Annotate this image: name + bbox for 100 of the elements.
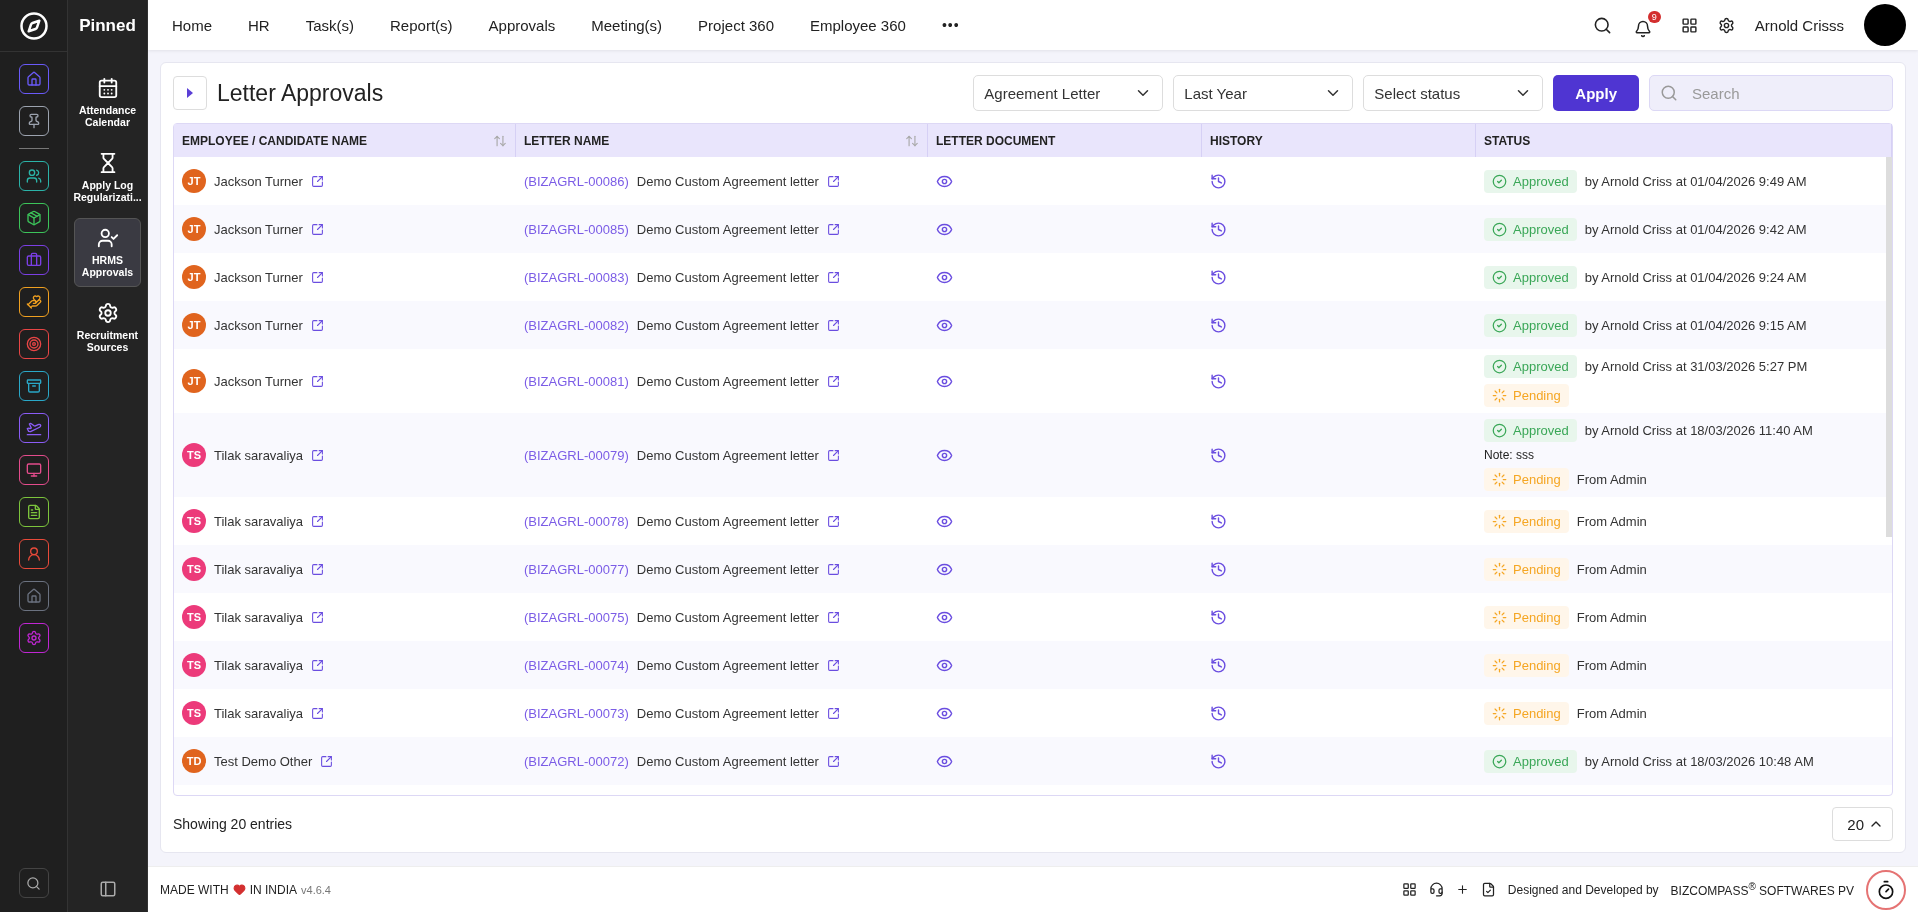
history-icon[interactable] [1210,752,1227,770]
status-detail: by Arnold Criss at 18/03/2026 10:48 AM [1584,753,1814,769]
letter-name: Demo Custom Agreement letter [636,269,819,285]
nav-link[interactable]: Meeting(s) [591,16,663,34]
history-icon[interactable] [1210,704,1227,722]
letter-name: Demo Custom Agreement letter [636,561,819,577]
history-icon[interactable] [1210,172,1227,190]
rail-button[interactable] [18,497,49,527]
rail-button[interactable] [18,623,49,653]
pinned-item[interactable]: Apply Log Regularizati... [73,143,142,212]
pinned-item[interactable]: Attendance Calendar [73,68,142,137]
expand-toggle[interactable] [173,76,207,110]
user-avatar[interactable] [1864,4,1906,46]
history-icon[interactable] [1210,560,1227,578]
search-icon [26,875,41,891]
history-icon[interactable] [1210,268,1227,286]
status-detail: From Admin [1576,561,1647,577]
headset-icon[interactable] [1428,882,1444,897]
plus-icon[interactable] [1455,883,1469,896]
external-link-icon[interactable] [826,610,840,624]
history-icon[interactable] [1210,656,1227,674]
external-link-icon[interactable] [826,562,840,576]
search-icon[interactable] [1592,15,1612,35]
pinned-item[interactable]: Recruitment Sources [73,293,142,362]
external-link-icon[interactable] [826,706,840,720]
rail-button[interactable] [18,581,49,611]
initials-avatar: TS [182,605,206,629]
rail-button[interactable] [18,203,49,233]
rail-button[interactable] [18,106,49,136]
history-icon[interactable] [1210,512,1227,530]
search-button[interactable] [18,868,49,898]
external-link-icon[interactable] [311,448,325,462]
pending-badge: Pending [1484,605,1569,629]
apps-grid-icon[interactable] [1680,16,1698,34]
filter-dropdown[interactable]: Agreement Letter [973,75,1164,111]
collapse-panel-icon[interactable] [98,880,117,898]
external-link-icon[interactable] [826,222,840,236]
page-size-select[interactable]: 20 [1832,807,1893,841]
external-link-icon[interactable] [310,318,324,332]
employee-name: Jackson Turner [214,317,303,333]
nav-link[interactable]: Task(s) [305,16,355,34]
history-icon[interactable] [1210,446,1227,464]
pinned-item[interactable]: HRMS Approvals [73,218,142,287]
rail-button[interactable] [18,64,49,94]
external-link-icon[interactable] [310,374,324,388]
letter-name: Demo Custom Agreement letter [636,513,819,529]
external-link-icon[interactable] [826,754,840,768]
external-link-icon[interactable] [826,174,840,188]
external-link-icon[interactable] [310,174,324,188]
external-link-icon[interactable] [311,706,325,720]
rail-button[interactable] [18,371,49,401]
rail-button[interactable] [18,539,49,569]
external-link-icon[interactable] [826,658,840,672]
rail-button[interactable] [18,329,49,359]
external-link-icon[interactable] [310,270,324,284]
external-link-icon[interactable] [311,610,325,624]
history-icon[interactable] [1210,220,1227,238]
external-link-icon[interactable] [311,658,325,672]
external-link-icon[interactable] [826,374,840,388]
initials-avatar: JT [182,169,206,193]
external-link-icon[interactable] [310,222,324,236]
settings-icon[interactable] [1717,16,1735,34]
letter-code: (BIZAGRL-00083) [524,269,629,285]
calendar-icon [96,77,119,99]
history-icon[interactable] [1210,316,1227,334]
history-icon[interactable] [1210,372,1227,390]
made-with-text: MADE WITH [160,882,229,897]
employee-name: Jackson Turner [214,373,303,389]
nav-link[interactable]: Approvals [488,16,556,34]
document-check-icon[interactable] [1480,882,1496,897]
external-link-icon[interactable] [826,318,840,332]
rail-button[interactable] [18,287,49,317]
history-icon[interactable] [1210,608,1227,626]
approved-badge: Approved [1484,313,1577,337]
external-link-icon[interactable] [826,514,840,528]
rail-button[interactable] [18,413,49,443]
nav-link[interactable]: Report(s) [390,16,453,34]
pending-badge: Pending [1484,557,1569,581]
nav-link[interactable]: Employee 360 [810,16,906,34]
scrollbar-thumb[interactable] [1886,157,1892,537]
status-detail: by Arnold Criss at 01/04/2026 9:49 AM [1584,173,1807,189]
external-link-icon[interactable] [826,270,840,284]
external-link-icon[interactable] [826,448,840,462]
notification-button[interactable]: 9 [1631,10,1661,40]
rail-button[interactable] [18,161,49,191]
nav-link[interactable]: Home [172,16,212,34]
status-dropdown[interactable]: Select status [1363,75,1544,111]
apply-button[interactable]: Apply [1553,75,1639,111]
designed-by-text: Designed and Developed by [1507,882,1659,897]
nav-link[interactable]: HR [248,16,270,34]
employee-name: Tilak saravaliya [214,657,304,673]
rail-button[interactable] [18,455,49,485]
nav-link[interactable]: Project 360 [698,16,774,34]
employee-name: Tilak saravaliya [214,561,304,577]
more-menu[interactable]: ••• [941,17,960,33]
timer-button[interactable] [1866,869,1906,910]
filter-dropdown[interactable]: Last Year [1173,75,1354,111]
external-link-icon[interactable] [311,562,325,576]
external-link-icon[interactable] [311,514,325,528]
external-link-icon[interactable] [320,754,334,768]
